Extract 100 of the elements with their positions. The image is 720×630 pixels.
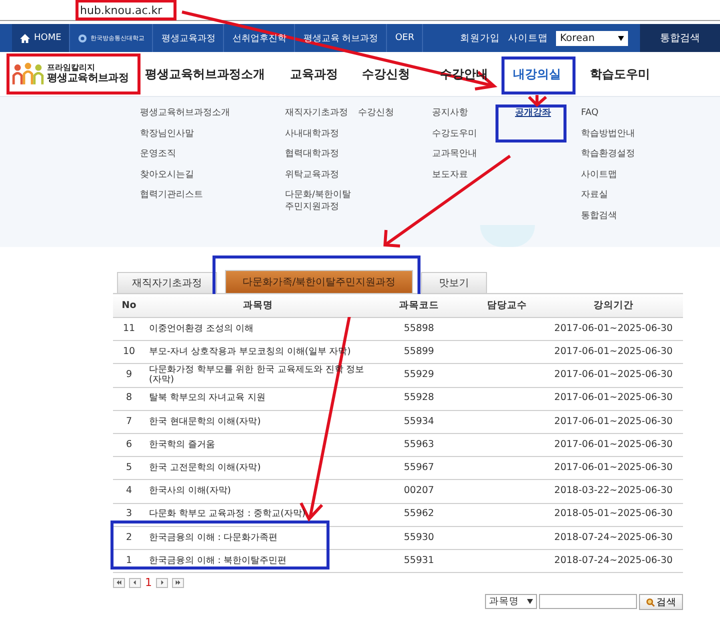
home-link[interactable]: HOME xyxy=(12,24,70,52)
course-code: 55934 xyxy=(368,410,470,434)
nav-link[interactable]: 평생교육과정 xyxy=(153,24,224,52)
main-menu-item[interactable]: 학습도우미 xyxy=(590,66,670,82)
search-input[interactable] xyxy=(539,594,637,610)
course-code: 55898 xyxy=(368,318,470,341)
lecture-period: 2017-06-01~2025-06-30 xyxy=(544,318,683,341)
lecture-period: 2018-03-22~2025-06-30 xyxy=(544,480,683,503)
lecture-period: 2017-06-01~2025-06-30 xyxy=(544,387,683,410)
dropdown-caret-icon xyxy=(527,599,533,604)
course-title-link[interactable]: 다문화 학부모 교육과정 : 중학교(자막) xyxy=(149,509,368,520)
course-code: 55962 xyxy=(368,503,470,526)
decorative-circles xyxy=(480,225,535,247)
double-right-arrow-icon xyxy=(175,580,181,586)
course-tab[interactable]: 다문화가족/북한이탈주민지원과정 xyxy=(225,270,413,293)
address-url[interactable]: hub.knou.ac.kr xyxy=(80,4,162,16)
course-code: 55963 xyxy=(368,433,470,457)
course-tab[interactable]: 재직자기초과정 xyxy=(117,272,217,293)
row-number: 7 xyxy=(113,410,145,434)
submenu-link[interactable]: 학습방법안내 xyxy=(581,128,681,140)
submenu-link[interactable]: 자료실 xyxy=(581,189,681,201)
submenu-link[interactable]: 협력기관리스트 xyxy=(140,189,285,201)
nav-link[interactable]: 평생교육 허브과정 xyxy=(295,24,388,52)
submenu-link[interactable]: 수강도우미 xyxy=(432,128,505,140)
course-title-link[interactable]: 이중언어환경 조성의 이해 xyxy=(149,324,368,334)
course-code: 55931 xyxy=(368,549,470,573)
submenu-link[interactable]: 재직자기초과정 xyxy=(285,107,358,119)
submenu-link[interactable]: 운영조직 xyxy=(140,148,285,160)
submenu-link[interactable]: 보도자료 xyxy=(432,168,505,180)
course-code: 55930 xyxy=(368,526,470,550)
main-menu-item[interactable]: 수강신청 xyxy=(362,66,440,82)
submenu-link[interactable]: 찾아오시는길 xyxy=(140,168,285,180)
submenu-link[interactable]: 사내대학과정 xyxy=(285,128,358,140)
course-title-link[interactable]: 한국학의 즐거움 xyxy=(149,440,368,450)
row-number: 2 xyxy=(113,526,145,550)
row-number: 6 xyxy=(113,433,145,457)
course-code: 00207 xyxy=(368,480,470,503)
row-number: 8 xyxy=(113,387,145,410)
course-title-link[interactable]: 한국사의 이해(자막) xyxy=(149,486,368,497)
submenu-link[interactable]: 공개강좌 xyxy=(515,107,581,119)
previous-page-button[interactable] xyxy=(129,578,141,588)
submenu-link[interactable]: 학습환경설정 xyxy=(581,148,681,160)
submenu-link[interactable]: 평생교육허브과정소개 xyxy=(140,107,285,119)
submenu-link[interactable]: 공지사항 xyxy=(432,107,505,119)
row-number: 3 xyxy=(113,503,145,526)
submenu-link[interactable]: 학장님인사말 xyxy=(140,128,285,140)
column-header: 담당교수 xyxy=(470,294,544,318)
submenu-link[interactable]: 다문화/북한이탈 주민지원과정 xyxy=(285,189,358,213)
submenu-link[interactable]: 협력대학과정 xyxy=(285,148,358,160)
course-title-link[interactable]: 한국금융의 이해 : 다문화가족편 xyxy=(149,532,368,544)
page-number[interactable]: 1 xyxy=(145,576,152,590)
submenu-link[interactable]: FAQ xyxy=(581,107,681,119)
row-number: 9 xyxy=(113,364,145,388)
submenu-link[interactable]: 수강신청 xyxy=(358,107,432,119)
language-select[interactable]: Korean xyxy=(556,30,628,46)
submenu-link[interactable]: 통합검색 xyxy=(581,210,681,222)
lecture-period: 2017-06-01~2025-06-30 xyxy=(544,433,683,457)
search-icon xyxy=(646,598,654,607)
lecture-period: 2018-07-24~2025-06-30 xyxy=(544,549,683,573)
nav-link[interactable]: 회원가입 xyxy=(460,32,500,44)
lecture-period: 2017-06-01~2025-06-30 xyxy=(544,410,683,434)
course-code: 55967 xyxy=(368,456,470,480)
course-tab[interactable]: 맛보기 xyxy=(421,272,487,293)
people-logo-icon xyxy=(12,61,44,87)
course-code: 55929 xyxy=(368,364,470,388)
integrated-search-button[interactable]: 통합검색 xyxy=(640,24,720,52)
main-menu-item[interactable]: 교육과정 xyxy=(290,66,362,82)
left-arrow-icon xyxy=(132,580,138,586)
row-number: 11 xyxy=(113,318,145,341)
course-code: 55928 xyxy=(368,387,470,410)
first-page-button[interactable] xyxy=(113,578,125,588)
dropdown-caret-icon xyxy=(618,36,624,40)
submenu-link[interactable]: 교과목안내 xyxy=(432,148,505,160)
course-code: 55899 xyxy=(368,340,470,364)
highlight-frame xyxy=(496,104,566,142)
home-icon xyxy=(20,34,30,42)
emblem-icon xyxy=(78,34,88,42)
column-header: 과목코드 xyxy=(368,294,470,318)
main-menu-item[interactable]: 평생교육허브과정소개 xyxy=(145,66,290,82)
last-page-button[interactable] xyxy=(172,578,184,588)
next-page-button[interactable] xyxy=(156,578,168,588)
site-logo[interactable]: 프라임칼리지 평생교육허브과정 xyxy=(12,61,140,87)
submenu-link[interactable]: 위탁교육과정 xyxy=(285,168,358,180)
search-button[interactable]: 검색 xyxy=(639,594,683,610)
course-title-link[interactable]: 한국 고전문학의 이해(자막) xyxy=(149,462,368,474)
nav-link[interactable]: OER xyxy=(387,24,424,52)
row-number: 1 xyxy=(113,549,145,573)
nav-link[interactable]: 선취업후진학 xyxy=(224,24,296,52)
course-title-link[interactable]: 한국금융의 이해 : 북한이탈주민편 xyxy=(149,556,368,566)
search-field-select[interactable]: 과목명 xyxy=(485,594,537,610)
nav-link[interactable]: 사이트맵 xyxy=(508,32,548,44)
lecture-period: 2018-07-24~2025-06-30 xyxy=(544,526,683,550)
column-header: 강의기간 xyxy=(544,294,683,318)
course-title-link[interactable]: 한국 현대문학의 이해(자막) xyxy=(149,416,368,428)
row-number: 4 xyxy=(113,480,145,503)
double-left-arrow-icon xyxy=(116,580,122,586)
course-title-link[interactable]: 탈북 학부모의 자녀교육 지원 xyxy=(149,393,368,404)
main-menu-item[interactable]: 내강의실 xyxy=(513,66,590,82)
lecture-period: 2017-06-01~2025-06-30 xyxy=(544,364,683,388)
submenu-link[interactable]: 사이트맵 xyxy=(581,168,681,180)
